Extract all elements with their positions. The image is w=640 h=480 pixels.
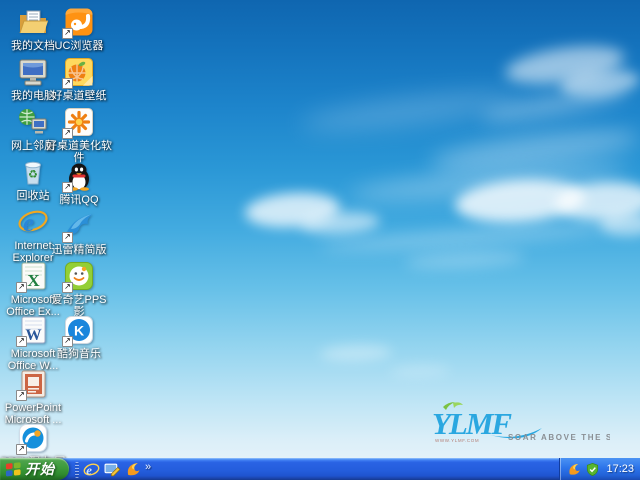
excel-icon: X ↗ — [16, 260, 49, 293]
cloud — [243, 189, 342, 231]
orange-swoosh-quicklaunch-icon[interactable] — [125, 461, 142, 478]
taskbar-empty-area — [153, 459, 559, 480]
cloud — [453, 175, 587, 227]
green-utility-tray-icon[interactable] — [585, 462, 600, 477]
recycle-bin-icon: ♻ — [17, 156, 49, 188]
cloud — [554, 179, 640, 223]
shortcut-arrow-icon: ↗ — [16, 282, 27, 293]
svg-text:X: X — [27, 271, 40, 290]
network-places-icon — [17, 106, 49, 138]
start-label: 开始 — [25, 461, 55, 477]
shortcut-arrow-icon: ↗ — [62, 232, 73, 243]
cloud — [299, 209, 381, 237]
cloud — [479, 82, 631, 128]
desktop-icon-haozhuodao-beautify[interactable]: ↗ 好桌道美化软 件 — [46, 106, 112, 164]
cloud — [600, 212, 640, 236]
svg-text:e: e — [86, 463, 92, 477]
ylmf-watermark: YLMF SOAR ABOVE THE SKY WWW.YLMF.COM — [430, 400, 626, 451]
shortcut-arrow-icon: ↗ — [16, 444, 27, 455]
overflow-chevron-button[interactable]: » — [145, 461, 151, 473]
cloud — [299, 84, 521, 138]
shortcut-arrow-icon: ↗ — [16, 336, 27, 347]
word-icon: W ↗ — [16, 314, 49, 347]
desktop-icon-powerpoint[interactable]: ↗ PowerPoint Microsoft ... — [0, 368, 66, 426]
quicklaunch-handle[interactable] — [75, 461, 79, 478]
svg-text:e: e — [23, 210, 34, 237]
desktop-icon-label: 迅雷精简版 — [51, 244, 107, 256]
cloud — [503, 39, 627, 91]
internet-explorer-quicklaunch-icon[interactable]: e — [83, 461, 100, 478]
cloud — [558, 65, 640, 101]
icon-column-2: ↗ UC浏览器 ↗ 好桌道壁纸 ↗ 好桌道美化软 件 ↗ 腾讯QQ ↗ 迅雷精简版 ↗ 爱奇艺PPS … — [46, 6, 112, 364]
desktop: 我的文档 我的电脑 网上邻居 ♻ 回收站 e Internet Explorer X ↗ Micr… — [0, 0, 640, 480]
shortcut-arrow-icon: ↗ — [62, 28, 73, 39]
tray-clock: 17:23 — [606, 463, 634, 475]
shortcut-arrow-icon: ↗ — [62, 336, 73, 347]
cloud — [389, 363, 451, 379]
shortcut-arrow-icon: ↗ — [62, 182, 73, 193]
desktop-icon-pps[interactable]: ↗爱奇艺PPS 影 音 — [46, 260, 112, 330]
desktop-icon-uc-browser[interactable]: ↗ UC浏览器 — [46, 6, 112, 56]
desktop-icon-qq[interactable]: ↗ 腾讯QQ — [46, 160, 112, 210]
logo-text: YLMF — [432, 406, 512, 441]
logo-subtext: WWW.YLMF.COM — [435, 438, 479, 443]
windows-flag-icon — [5, 461, 22, 477]
system-tray: 17:23 — [559, 458, 640, 480]
haozhuodao-beautify-icon: ↗ — [62, 106, 95, 139]
cloud — [404, 248, 526, 272]
pptv-icon: ↗ — [16, 422, 49, 455]
shortcut-arrow-icon: ↗ — [62, 282, 73, 293]
desktop-icon-label: 酷狗音乐 — [57, 348, 101, 360]
desktop-icon-thunder[interactable]: ↗ 迅雷精简版 — [46, 210, 112, 260]
svg-text:♻: ♻ — [28, 168, 38, 181]
powerpoint-icon: ↗ — [16, 368, 49, 401]
desktop-icon-label: 好桌道壁纸 — [51, 90, 107, 102]
logo-tagline: SOAR ABOVE THE SKY — [508, 433, 610, 442]
cloud — [428, 122, 640, 178]
desktop-icon-haozhuodao-wallpaper[interactable]: ↗ 好桌道壁纸 — [46, 56, 112, 106]
shortcut-arrow-icon: ↗ — [16, 390, 27, 401]
shortcut-arrow-icon: ↗ — [62, 78, 73, 89]
desktop-icon-label: 回收站 — [16, 190, 50, 202]
haozhuodao-wallpaper-icon: ↗ — [62, 56, 95, 89]
svg-text:W: W — [26, 327, 42, 344]
desktop-icon-kugou[interactable]: K ↗ 酷狗音乐 — [46, 314, 112, 364]
tray-icons — [567, 462, 600, 477]
cloud — [319, 343, 393, 363]
desktop-icon-label: 腾讯QQ — [59, 194, 99, 206]
my-documents-icon — [17, 6, 49, 38]
show-desktop-quicklaunch-icon[interactable] — [104, 461, 121, 478]
pps-icon: ↗ — [62, 260, 95, 293]
start-button[interactable]: 开始 — [0, 458, 69, 480]
orange-swoosh-tray-icon[interactable] — [567, 462, 582, 477]
uc-browser-icon: ↗ — [62, 6, 95, 39]
shortcut-arrow-icon: ↗ — [62, 128, 73, 139]
cloud — [349, 157, 631, 207]
qq-icon: ↗ — [62, 160, 95, 193]
thunder-icon: ↗ — [62, 210, 95, 243]
kugou-icon: K ↗ — [62, 314, 95, 347]
svg-text:K: K — [74, 323, 84, 339]
desktop-icon-label: UC浏览器 — [54, 40, 104, 52]
internet-explorer-icon: e — [17, 206, 49, 238]
taskbar: 开始 e » 17:23 — [0, 458, 640, 480]
cloud — [319, 219, 621, 255]
my-computer-icon — [17, 56, 49, 88]
ylmf-logo: YLMF SOAR ABOVE THE SKY WWW.YLMF.COM — [432, 402, 626, 443]
quick-launch-bar: e — [83, 461, 142, 478]
